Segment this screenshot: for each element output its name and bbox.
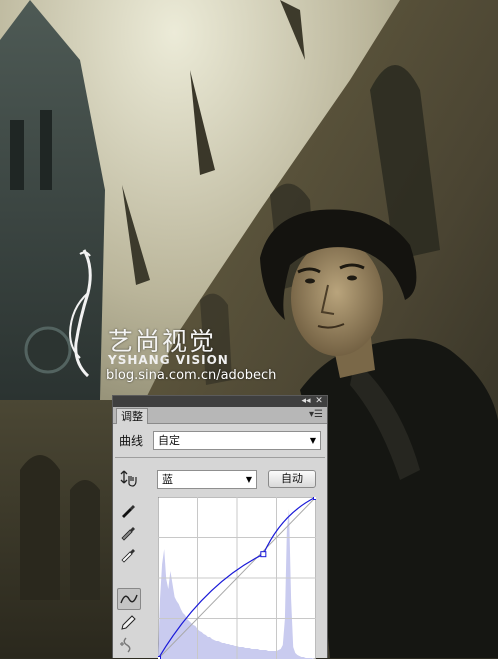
- tab-adjustments[interactable]: 调整: [116, 408, 148, 424]
- adjustments-panel: ◂◂ ✕ 调整 ▾☰ 曲线 自定 ▼ 蓝 ▼ 自动: [112, 395, 328, 658]
- pencil-draw-icon[interactable]: [118, 612, 138, 632]
- watermark-swirl-logo: [66, 248, 106, 378]
- collapse-panel-icon[interactable]: ◂◂: [301, 396, 311, 407]
- curve-point[interactable]: [314, 497, 317, 500]
- watermark-brand-en: YSHANG VISION: [108, 353, 229, 367]
- watermark-url: blog.sina.com.cn/adobech: [106, 368, 276, 383]
- preset-dropdown[interactable]: 自定 ▼: [153, 431, 321, 450]
- auto-button[interactable]: 自动: [268, 470, 316, 488]
- curves-graph[interactable]: [158, 497, 316, 659]
- panel-tab-strip: 调整 ▾☰: [113, 407, 327, 424]
- black-point-eyedropper-icon[interactable]: [118, 499, 138, 519]
- white-point-eyedropper-icon[interactable]: [118, 543, 138, 563]
- close-panel-icon[interactable]: ✕: [314, 396, 324, 407]
- channel-dropdown[interactable]: 蓝 ▼: [157, 470, 257, 489]
- chevron-down-icon: ▼: [246, 471, 252, 488]
- chevron-down-icon: ▼: [310, 432, 316, 449]
- curve-edit-icon[interactable]: [117, 588, 141, 610]
- divider: [115, 457, 325, 458]
- adjustment-type-label: 曲线: [119, 432, 143, 449]
- gray-point-eyedropper-icon[interactable]: [118, 521, 138, 541]
- on-image-adjust-icon[interactable]: [118, 468, 138, 488]
- channel-value: 蓝: [162, 473, 173, 486]
- curve-point[interactable]: [261, 552, 266, 557]
- preset-value: 自定: [158, 434, 180, 447]
- panel-menu-icon[interactable]: ▾☰: [309, 409, 323, 420]
- panel-title-bar[interactable]: ◂◂ ✕: [113, 396, 327, 407]
- smooth-curve-icon[interactable]: [118, 634, 138, 654]
